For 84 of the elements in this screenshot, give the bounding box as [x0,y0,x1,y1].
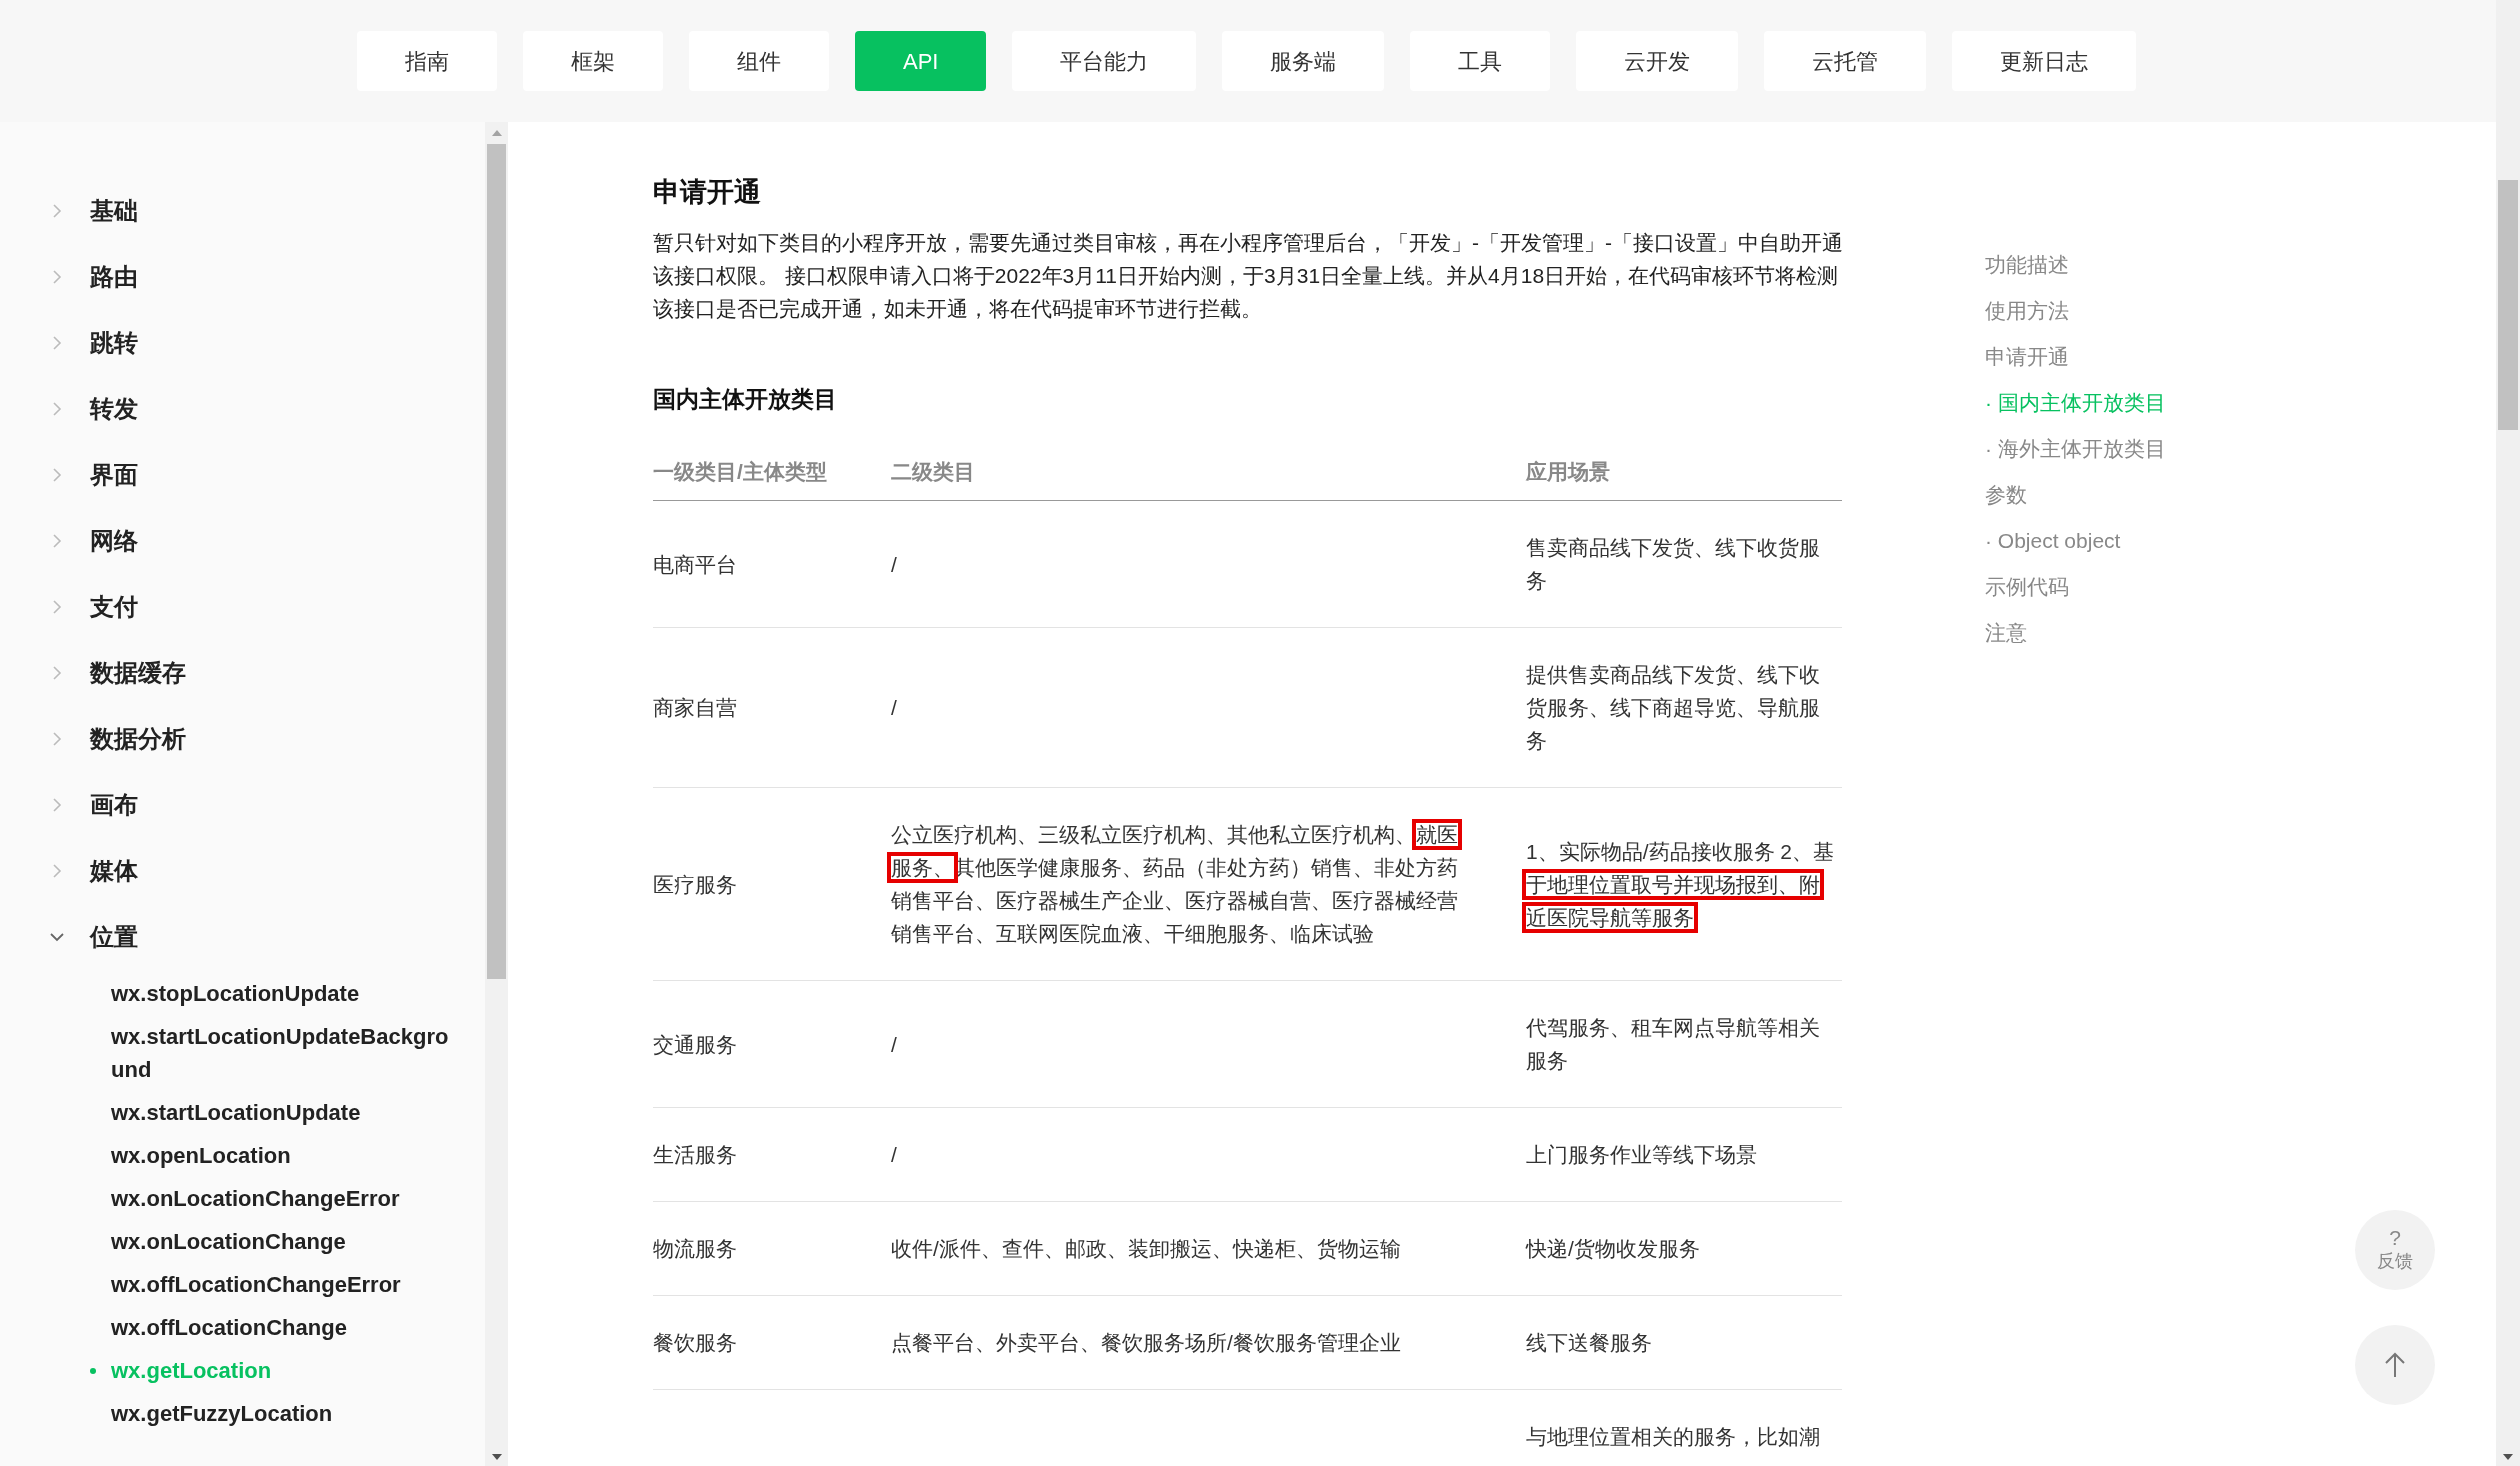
table-cell: 交通服务 [653,980,891,1108]
table-cell: 商家自营 [653,627,891,788]
scrollbar-thumb[interactable] [2498,180,2518,430]
sidebar-subitem[interactable]: wx.getFuzzyLocation [111,1397,333,1430]
sidebar-subitem[interactable]: wx.onLocationChange [111,1225,346,1258]
toc-link[interactable]: 注意 [1985,610,2496,656]
sidebar-subitem[interactable]: wx.startLocationUpdate [111,1096,361,1129]
toc-link[interactable]: 参数 [1985,472,2496,518]
sidebar-item[interactable]: 转发 [90,391,138,427]
table-cell: 点餐平台、外卖平台、餐饮服务场所/餐饮服务管理企业 [891,1295,1526,1390]
sidebar-subitem[interactable]: wx.openLocation [111,1139,291,1172]
sidebar-item[interactable]: 数据分析 [90,721,186,757]
sidebar-subitem[interactable]: wx.onLocationChangeError [111,1182,400,1215]
chevron-right-icon[interactable] [50,468,64,482]
scrollbar[interactable] [2496,0,2520,1466]
table-cell: 生活服务 [653,1107,891,1202]
scrollbar[interactable] [485,122,508,1466]
chevron-right-icon[interactable] [50,666,64,680]
toc-link[interactable]: 使用方法 [1985,288,2496,334]
toc-link[interactable]: 功能描述 [1985,242,2496,288]
table-cell: 电商平台 [653,500,891,628]
nav-tab[interactable]: 平台能力 [1012,31,1197,91]
column-header: 一级类目/主体类型 [653,443,891,501]
nav-tab[interactable]: 服务端 [1222,31,1385,91]
nav-tab[interactable]: 云开发 [1576,31,1739,91]
chevron-right-icon[interactable] [50,600,64,614]
nav-tab[interactable]: 更新日志 [1952,31,2137,91]
table-cell: 与地理位置相关的服务，比如潮 [1526,1389,1842,1466]
table-cell: / [891,1107,1526,1202]
nav-tab[interactable]: 指南 [357,31,497,91]
chevron-down-icon[interactable] [50,930,64,944]
sidebar-subitem[interactable]: wx.stopLocationUpdate [111,977,360,1010]
chevron-right-icon[interactable] [50,402,64,416]
table-cell: 快递/货物收发服务 [1526,1201,1842,1296]
sidebar-subitem[interactable]: wx.offLocationChangeError [111,1268,401,1301]
chevron-right-icon[interactable] [50,732,64,746]
table-cell: 提供售卖商品线下发货、线下收货服务、线下商超导览、导航服务 [1526,627,1842,788]
toc-link[interactable]: 示例代码 [1985,564,2496,610]
sidebar-item[interactable]: 基础 [90,193,138,229]
table-cell: / [891,980,1526,1108]
column-header: 二级类目 [891,443,1526,501]
chevron-right-icon[interactable] [50,798,64,812]
paragraph: 暂只针对如下类目的小程序开放，需要先通过类目审核，再在小程序管理后台，「开发」-「开发管理」-「接口设置」中自助开通该接口权限。 接口权限申请入口将于2022年3月11日开始内测，于3月31日全量上线。并从4月18日开始，在代码审核环节将检测该接口是否已完成开通，如未开通，将在代码提审环节进行拦截。 [653,230,1842,322]
sidebar-item[interactable]: 网络 [90,523,138,559]
sidebar-subitem[interactable]: wx.offLocationChange [111,1311,347,1344]
table-cell: 收件/派件、查件、邮政、装卸搬运、快递柜、货物运输 [891,1201,1526,1296]
chevron-right-icon[interactable] [50,534,64,548]
chevron-right-icon[interactable] [50,864,64,878]
table-cell: / [891,500,1526,628]
table-cell: / [891,627,1526,788]
table-cell: 上门服务作业等线下场景 [1526,1107,1842,1202]
chevron-right-icon[interactable] [50,270,64,284]
table-cell: 售卖商品线下发货、线下收货服务 [1526,500,1842,628]
column-header: 应用场景 [1526,443,1842,501]
table-cell: 医疗服务 [653,787,891,981]
subsection-heading: 国内主体开放类目 [653,385,838,414]
sidebar-item[interactable]: 位置 [90,919,138,955]
nav-tab[interactable]: 组件 [689,31,829,91]
toc-link[interactable]: · Object object [1985,518,2496,564]
sidebar-item[interactable]: 跳转 [90,325,138,361]
sidebar-item[interactable]: 支付 [90,589,138,625]
sidebar-item[interactable]: 媒体 [90,853,138,889]
table-cell: 代驾服务、租车网点导航等相关服务 [1526,980,1842,1108]
chevron-right-icon[interactable] [50,204,64,218]
scrollbar-thumb[interactable] [487,144,506,979]
table-cell: 线下送餐服务 [1526,1295,1842,1390]
scroll-down-icon[interactable] [491,1454,502,1460]
sidebar-item[interactable]: 界面 [90,457,138,493]
table-cell: 物流服务 [653,1201,891,1296]
scroll-down-icon[interactable] [2503,1454,2513,1460]
sidebar-item[interactable]: 画布 [90,787,138,823]
nav-tab[interactable]: 框架 [523,31,663,91]
nav-tab[interactable]: 工具 [1410,31,1551,91]
table-cell: 餐饮服务 [653,1295,891,1390]
chevron-right-icon[interactable] [50,336,64,350]
sidebar-item[interactable]: 数据缓存 [90,655,186,691]
toc-link[interactable]: 申请开通 [1985,334,2496,380]
sidebar-subitem[interactable]: wx.startLocationUpdateBackground [111,1020,455,1086]
nav-tab[interactable]: 云托管 [1764,31,1927,91]
toc-link[interactable]: · 海外主体开放类目 [1985,426,2496,472]
arrow-up-icon [2384,1352,2406,1378]
section-heading: 申请开通 [653,176,762,209]
sidebar-item[interactable]: 路由 [90,259,138,295]
scroll-up-icon[interactable] [491,130,502,136]
